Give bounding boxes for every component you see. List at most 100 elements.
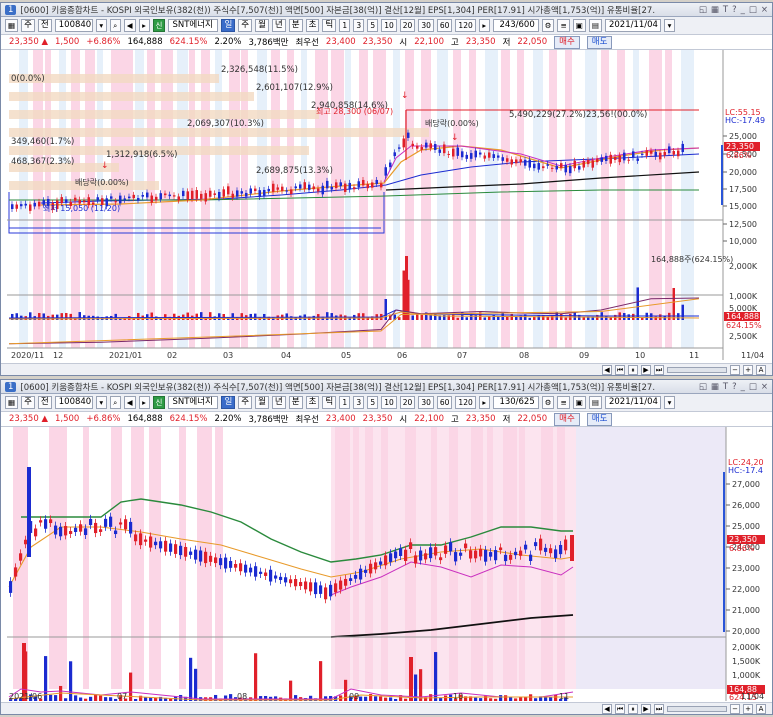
nav-prev-icon[interactable]: ◀ bbox=[602, 703, 612, 714]
stock-code-input[interactable]: 100840 bbox=[54, 19, 93, 32]
period-week-button[interactable]: 주 bbox=[238, 396, 253, 409]
grid-menu-icon[interactable]: ▦ bbox=[5, 396, 19, 409]
speaker-icon[interactable]: ◀ bbox=[123, 19, 136, 32]
calendar-icon[interactable]: ▤ bbox=[588, 19, 602, 32]
minute-1-button[interactable]: 1 bbox=[339, 396, 351, 409]
period-second-button[interactable]: 초 bbox=[305, 19, 320, 32]
period-year-button[interactable]: 년 bbox=[271, 396, 286, 409]
minute-1-button[interactable]: 1 bbox=[339, 19, 351, 32]
minimize-icon[interactable]: _ bbox=[741, 5, 745, 15]
search-icon[interactable]: ⌕ bbox=[109, 19, 121, 32]
period-second-button[interactable]: 초 bbox=[305, 396, 320, 409]
grid-icon[interactable]: ▦ bbox=[711, 5, 719, 15]
speaker-icon[interactable]: ◀ bbox=[123, 396, 136, 409]
minute-5-button[interactable]: 5 bbox=[367, 396, 379, 409]
date-field[interactable]: 2021/11/04 bbox=[604, 396, 661, 409]
stock-code-input[interactable]: 100840 bbox=[54, 396, 93, 409]
step-icon[interactable]: ▸ bbox=[138, 396, 150, 409]
minimize-icon[interactable]: _ bbox=[741, 382, 745, 392]
more-icon[interactable]: ▸ bbox=[478, 19, 490, 32]
date-field[interactable]: 2021/11/04 bbox=[604, 19, 661, 32]
date-dropdown-icon[interactable]: ▾ bbox=[663, 19, 675, 32]
minute-60-button[interactable]: 60 bbox=[436, 19, 453, 32]
period-week-button[interactable]: 주 bbox=[238, 19, 253, 32]
stock-type-button[interactable]: 주 bbox=[21, 19, 35, 32]
maximize-icon[interactable]: □ bbox=[749, 382, 757, 392]
period-year-button[interactable]: 년 bbox=[271, 19, 286, 32]
period-month-button[interactable]: 월 bbox=[255, 396, 269, 409]
nav-next-icon[interactable]: ▶ bbox=[641, 703, 651, 714]
minute-60-button[interactable]: 60 bbox=[436, 396, 453, 409]
sell-button[interactable]: 매도 bbox=[586, 412, 613, 426]
chart-area-1[interactable]: 최고 28,300 (06/07) 최저 15,050 (11/20) 배당락(… bbox=[1, 50, 772, 360]
buy-button[interactable]: 매수 bbox=[554, 412, 580, 426]
nav-last-icon[interactable]: ⏭ bbox=[654, 703, 664, 714]
search-icon[interactable]: ⌕ bbox=[109, 396, 121, 409]
buy-button[interactable]: 매수 bbox=[554, 35, 580, 49]
sell-button[interactable]: 매도 bbox=[586, 35, 613, 49]
close-icon[interactable]: × bbox=[761, 5, 768, 15]
period-month-button[interactable]: 월 bbox=[255, 19, 269, 32]
zoom-out-icon[interactable]: − bbox=[730, 703, 740, 714]
grid-menu-icon[interactable]: ▦ bbox=[5, 19, 19, 32]
maximize-icon[interactable]: □ bbox=[749, 5, 757, 15]
window-titlebar[interactable]: 1 [0600] 키움종합차트 - KOSPI 외국인보유(382(천)) 주식… bbox=[1, 380, 772, 394]
price-chart-1[interactable]: 최고 28,300 (06/07) 최저 15,050 (11/20) 배당락(… bbox=[1, 50, 772, 360]
nav-pause-icon[interactable]: ⏸ bbox=[628, 364, 638, 375]
grid-icon[interactable]: ▦ bbox=[711, 382, 719, 392]
price-chart-2[interactable]: 27,00026,00025,00024,00023,00022,00021,0… bbox=[1, 427, 772, 702]
minute-20-button[interactable]: 20 bbox=[399, 396, 416, 409]
minute-120-button[interactable]: 120 bbox=[455, 396, 476, 409]
text-icon[interactable]: T bbox=[723, 382, 728, 392]
period-day-button[interactable]: 일 bbox=[221, 396, 236, 409]
stock-type-button[interactable]: 주 bbox=[21, 396, 35, 409]
stock-name-field[interactable]: SNT에너지 bbox=[168, 19, 219, 32]
text-a-icon[interactable]: A bbox=[756, 364, 766, 375]
period-minute-button[interactable]: 분 bbox=[288, 396, 303, 409]
period-day-button[interactable]: 일 bbox=[221, 19, 236, 32]
calendar-icon[interactable]: ▤ bbox=[588, 396, 602, 409]
minute-10-button[interactable]: 10 bbox=[381, 396, 397, 409]
period-minute-button[interactable]: 분 bbox=[288, 19, 303, 32]
text-a-icon[interactable]: A bbox=[756, 703, 766, 714]
nav-scrollbar[interactable] bbox=[667, 705, 727, 712]
help-icon[interactable]: ? bbox=[732, 382, 737, 392]
date-dropdown-icon[interactable]: ▾ bbox=[663, 396, 675, 409]
nav-pause-icon[interactable]: ⏸ bbox=[628, 703, 638, 714]
settings-icon[interactable]: ⚙ bbox=[541, 19, 555, 32]
save-icon[interactable]: ▣ bbox=[572, 19, 586, 32]
minute-30-button[interactable]: 30 bbox=[418, 19, 434, 32]
minute-3-button[interactable]: 3 bbox=[353, 19, 365, 32]
settings-icon[interactable]: ⚙ bbox=[541, 396, 555, 409]
close-icon[interactable]: × bbox=[761, 382, 768, 392]
minute-10-button[interactable]: 10 bbox=[381, 19, 397, 32]
count-field[interactable]: 130/625 bbox=[492, 396, 539, 409]
minute-30-button[interactable]: 30 bbox=[418, 396, 434, 409]
chart-area-2[interactable]: 27,000 26,000 25,000 24,000 23,000 22,000 21,0… bbox=[1, 427, 772, 702]
period-tick-button[interactable]: 틱 bbox=[322, 19, 337, 32]
help-icon[interactable]: ? bbox=[732, 5, 737, 15]
window-titlebar[interactable]: 1 [0600] 키움종합차트 - KOSPI 외국인보유(382(천)) 주식… bbox=[1, 3, 772, 17]
restore-icon[interactable]: ◱ bbox=[699, 382, 707, 392]
text-icon[interactable]: T bbox=[723, 5, 728, 15]
nav-last-icon[interactable]: ⏭ bbox=[654, 364, 664, 375]
nav-scrollbar[interactable] bbox=[667, 366, 727, 373]
minute-120-button[interactable]: 120 bbox=[455, 19, 476, 32]
dropdown-icon[interactable]: ▾ bbox=[95, 396, 107, 409]
restore-icon[interactable]: ◱ bbox=[699, 5, 707, 15]
minute-3-button[interactable]: 3 bbox=[353, 396, 365, 409]
zoom-in-icon[interactable]: + bbox=[743, 364, 753, 375]
stock-name-field[interactable]: SNT에너지 bbox=[168, 396, 219, 409]
step-icon[interactable]: ▸ bbox=[138, 19, 150, 32]
save-icon[interactable]: ▣ bbox=[572, 396, 586, 409]
nav-next-icon[interactable]: ▶ bbox=[641, 364, 651, 375]
count-field[interactable]: 243/600 bbox=[492, 19, 539, 32]
zoom-out-icon[interactable]: − bbox=[730, 364, 740, 375]
minute-5-button[interactable]: 5 bbox=[367, 19, 379, 32]
nav-prev-icon[interactable]: ◀ bbox=[602, 364, 612, 375]
nav-first-icon[interactable]: ⏮ bbox=[615, 703, 625, 714]
nav-first-icon[interactable]: ⏮ bbox=[615, 364, 625, 375]
more-icon[interactable]: ▸ bbox=[478, 396, 490, 409]
indicator-icon[interactable]: ≡ bbox=[557, 19, 570, 32]
minute-20-button[interactable]: 20 bbox=[399, 19, 416, 32]
